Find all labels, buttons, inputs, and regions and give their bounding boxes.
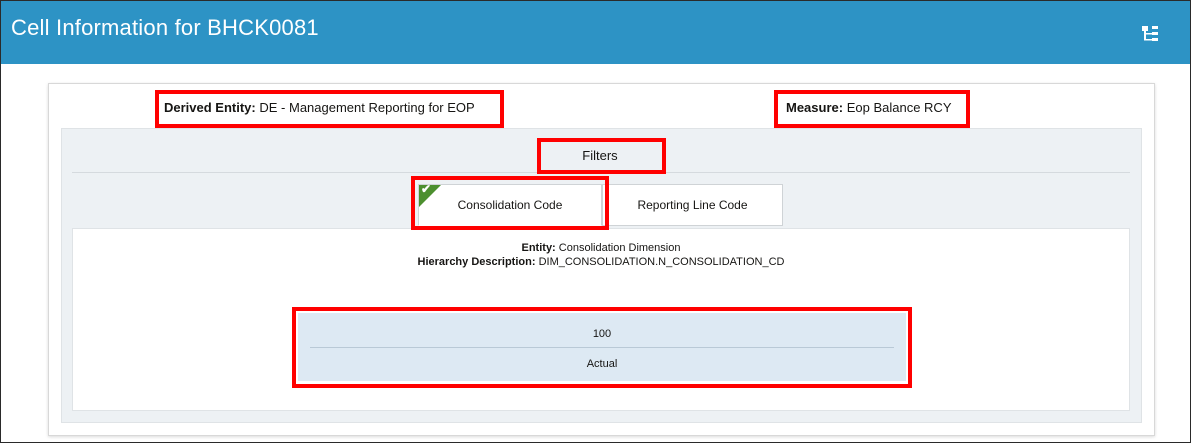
checkmark-icon: ✔: [421, 182, 432, 196]
tab-label: Reporting Line Code: [637, 198, 748, 212]
measure-value: Eop Balance RCY: [846, 100, 952, 115]
hierarchy-description-label: Hierarchy Description:: [417, 256, 536, 268]
filter-value-row[interactable]: Actual: [310, 358, 894, 370]
measure-info: Measure: Eop Balance RCY: [786, 100, 951, 115]
tab-consolidation-code[interactable]: ✔ Consolidation Code: [418, 182, 602, 226]
hierarchy-icon[interactable]: [1141, 24, 1161, 44]
entity-value: Consolidation Dimension: [558, 242, 681, 254]
derived-entity-info: Derived Entity: DE - Management Reportin…: [164, 100, 475, 115]
row-divider: [310, 347, 894, 348]
filters-divider: [72, 172, 1130, 173]
filter-values-table: 100 Actual: [298, 313, 906, 381]
filter-value-row[interactable]: 100: [310, 328, 894, 340]
filters-title: Filters: [582, 148, 618, 163]
tab-reporting-line-code[interactable]: Reporting Line Code: [602, 184, 783, 226]
hierarchy-description-line: Hierarchy Description: DIM_CONSOLIDATION…: [72, 256, 1130, 268]
hierarchy-description-value: DIM_CONSOLIDATION.N_CONSOLIDATION_CD: [538, 256, 785, 268]
derived-entity-value: DE - Management Reporting for EOP: [259, 100, 475, 115]
derived-entity-label: Derived Entity:: [164, 100, 256, 115]
entity-label: Entity:: [521, 242, 556, 254]
dialog-header: Cell Information for BHCK0081: [1, 1, 1190, 64]
dialog-title: Cell Information for BHCK0081: [11, 15, 319, 40]
entity-line: Entity: Consolidation Dimension: [72, 242, 1130, 254]
measure-label: Measure:: [786, 100, 844, 115]
tab-label: Consolidation Code: [457, 198, 563, 212]
